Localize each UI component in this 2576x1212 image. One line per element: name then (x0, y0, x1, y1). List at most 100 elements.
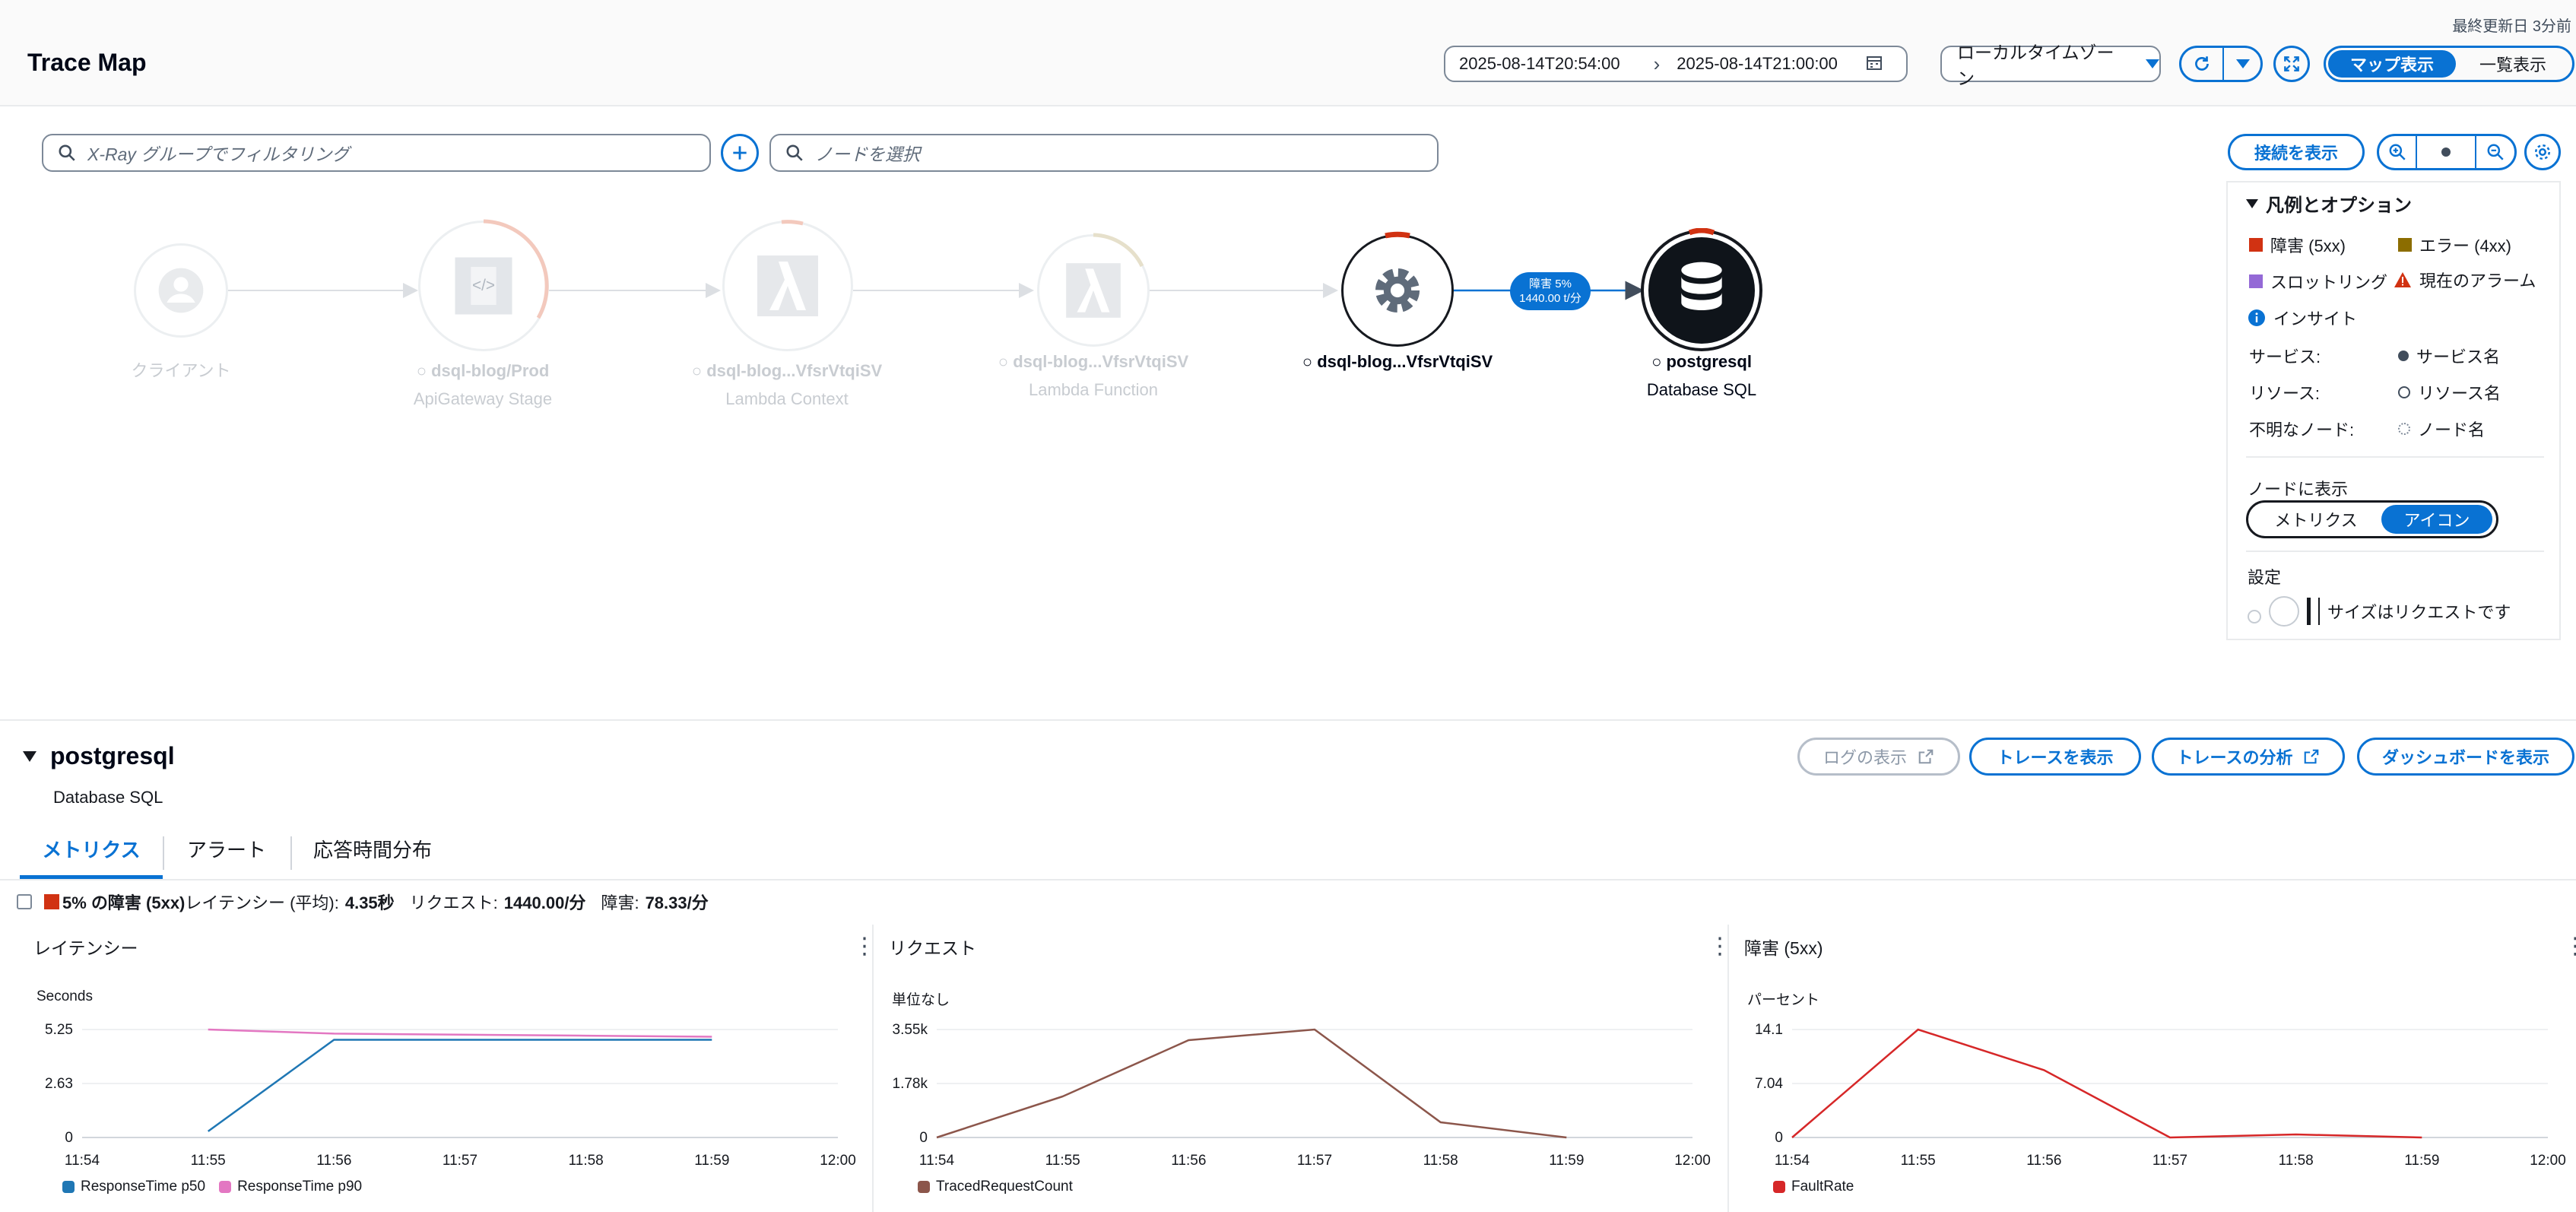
metrics-toggle-option[interactable]: メトリクス (2251, 507, 2381, 531)
lambda-function-node-type: Lambda Function (1029, 380, 1158, 399)
detail-header[interactable]: postgresql (23, 742, 175, 770)
fault-swatch (44, 894, 59, 909)
time-from[interactable]: 2025-08-14T20:54:00 (1459, 54, 1620, 74)
zoom-in-icon[interactable] (2379, 142, 2416, 162)
show-connections-button[interactable]: 接続を表示 (2228, 134, 2365, 170)
time-to[interactable]: 2025-08-14T21:00:00 (1677, 54, 1838, 74)
legend-entry[interactable]: TracedRequestCount (918, 1179, 1073, 1195)
refresh-split-button[interactable] (2179, 46, 2263, 82)
legend-unknown: 不明なノード: (2249, 417, 2354, 441)
fullscreen-button[interactable] (2273, 46, 2310, 82)
throttling-swatch (2249, 274, 2263, 288)
list-view-button[interactable]: 一覧表示 (2456, 52, 2570, 76)
summary-row: 5% の障害 (5xx) レイテンシー (平均): 4.35秒 リクエスト: 1… (17, 890, 709, 914)
tab-metrics[interactable]: メトリクス (20, 835, 163, 879)
legend-service-value: サービス名 (2398, 344, 2500, 368)
detail-title: postgresql (50, 742, 175, 769)
expand-icon (2284, 56, 2299, 71)
more-options-icon[interactable]: ⋮ (2564, 935, 2576, 958)
legend-entry[interactable]: ResponseTime p50 (62, 1179, 205, 1195)
legend-title: 凡例とオプション (2266, 195, 2412, 216)
chart-plot: 0 1.78k 3.55k 11:54 11:55 11:56 11:57 11:58 11:5… (893, 1022, 1711, 1169)
x-tick-label: 11:55 (1045, 1153, 1080, 1169)
node-display-toggle[interactable]: メトリクス アイコン (2246, 500, 2498, 538)
legend-entry[interactable]: FaultRate (1773, 1179, 1854, 1195)
analyze-traces-button[interactable]: トレースの分析 (2152, 738, 2345, 776)
add-group-button[interactable] (721, 134, 759, 172)
summary-checkbox[interactable] (17, 894, 32, 909)
legend-panel: 凡例とオプション 障害 (5xx) エラー (4xx) スロットリング 現在のア… (2226, 181, 2561, 640)
user-icon (158, 268, 204, 313)
tab-response-distribution[interactable]: 応答時間分布 (304, 835, 441, 879)
calendar-icon[interactable] (1865, 53, 1883, 75)
settings-text: 設定 (2248, 568, 2282, 587)
chart-legend: ResponseTime p50 ResponseTime p90 (62, 1179, 362, 1195)
tab-alerts[interactable]: アラート (164, 835, 289, 879)
legend-entry[interactable]: ResponseTime p90 (219, 1179, 362, 1195)
more-options-icon[interactable]: ⋮ (853, 935, 876, 958)
summary-requests: 1440.00/分 (503, 893, 586, 912)
node-select-input[interactable]: ノードを選択 (769, 134, 1439, 172)
view-logs-button[interactable]: ログの表示 (1797, 738, 1960, 776)
y-tick-label: 0 (919, 1130, 928, 1146)
divider (2246, 456, 2544, 458)
client-node[interactable] (134, 243, 228, 338)
y-tick-label: 0 (1775, 1130, 1783, 1146)
zoom-out-icon[interactable] (2476, 142, 2514, 162)
chart-legend: TracedRequestCount (918, 1179, 1073, 1195)
y-tick-label: 3.55k (893, 1022, 928, 1038)
legend-header[interactable]: 凡例とオプション (2246, 190, 2412, 217)
x-tick-label: 11:56 (316, 1153, 351, 1169)
group-filter-input[interactable]: X-Ray グループでフィルタリング (42, 134, 711, 172)
y-tick-label: 14.1 (1755, 1022, 1783, 1038)
plus-icon (733, 146, 747, 160)
x-tick-label: 11:59 (1549, 1153, 1584, 1169)
database-icon (1681, 262, 1722, 310)
postgresql-node[interactable] (1641, 230, 1762, 351)
zoom-reset-icon[interactable] (2417, 148, 2475, 157)
x-tick-label: 11:57 (1297, 1153, 1332, 1169)
error-swatch (2398, 238, 2412, 252)
legend-service-value-text: サービス名 (2416, 347, 2501, 366)
node-display-label: ノードに表示 (2248, 476, 2348, 500)
legend-error-label: エラー (4xx) (2419, 236, 2512, 255)
service-fault-ring (1385, 231, 1410, 239)
client-node-label: クライアント (131, 361, 231, 380)
legend-swatch (918, 1181, 930, 1193)
view-toggle[interactable]: マップ表示 一覧表示 (2324, 46, 2574, 82)
more-options-icon[interactable]: ⋮ (1708, 935, 1731, 958)
legend-label: FaultRate (1791, 1179, 1854, 1195)
node-display-text: ノードに表示 (2248, 480, 2349, 499)
x-tick-label: 11:54 (919, 1153, 955, 1169)
thin-bar-icon (2318, 598, 2320, 625)
view-dashboard-button[interactable]: ダッシュボードを表示 (2357, 738, 2574, 776)
view-traces-button[interactable]: トレースを表示 (1969, 738, 2141, 776)
analyze-traces-label: トレースの分析 (2176, 748, 2293, 767)
icon-toggle-option[interactable]: アイコン (2381, 505, 2492, 534)
series-line (207, 1039, 712, 1132)
legend-error: エラー (4xx) (2398, 233, 2511, 257)
legend-resource: リソース: (2249, 380, 2320, 405)
time-range-picker[interactable]: 2025-08-14T20:54:00 › 2025-08-14T21:00:0… (1444, 46, 1908, 82)
zoom-control[interactable] (2377, 134, 2517, 170)
caret-down-icon[interactable] (2236, 59, 2250, 68)
legend-unknown-value: ノード名 (2398, 417, 2485, 441)
refresh-icon[interactable] (2181, 54, 2222, 74)
legend-resource-value-text: リソース名 (2418, 384, 2501, 403)
last-updated: 最終更新日 3分前 (2452, 18, 2571, 35)
map-view-button[interactable]: マップ表示 (2328, 50, 2456, 78)
legend-swatch (1773, 1181, 1785, 1193)
node-select-placeholder: ノードを選択 (815, 144, 920, 164)
timezone-select[interactable]: ローカルタイムゾーン (1940, 43, 2161, 88)
map-settings-button[interactable] (2524, 134, 2561, 170)
legend-resource-label: リソース: (2249, 384, 2321, 403)
legend-resource-value: リソース名 (2398, 380, 2501, 405)
postgresql-name-text: postgresql (1666, 352, 1752, 371)
summary-requests-label: リクエスト: (409, 893, 498, 912)
summary-fault: 5% の障害 (5xx) (62, 893, 186, 912)
edge-fault-badge[interactable]: 障害 5% 1440.00 t/分 (1510, 272, 1591, 310)
x-tick-label: 11:54 (1775, 1153, 1810, 1169)
settings-label: 設定 (2248, 564, 2281, 589)
legend-insight-label: インサイト (2273, 309, 2358, 328)
y-axis-unit: 単位なし (892, 992, 950, 1008)
